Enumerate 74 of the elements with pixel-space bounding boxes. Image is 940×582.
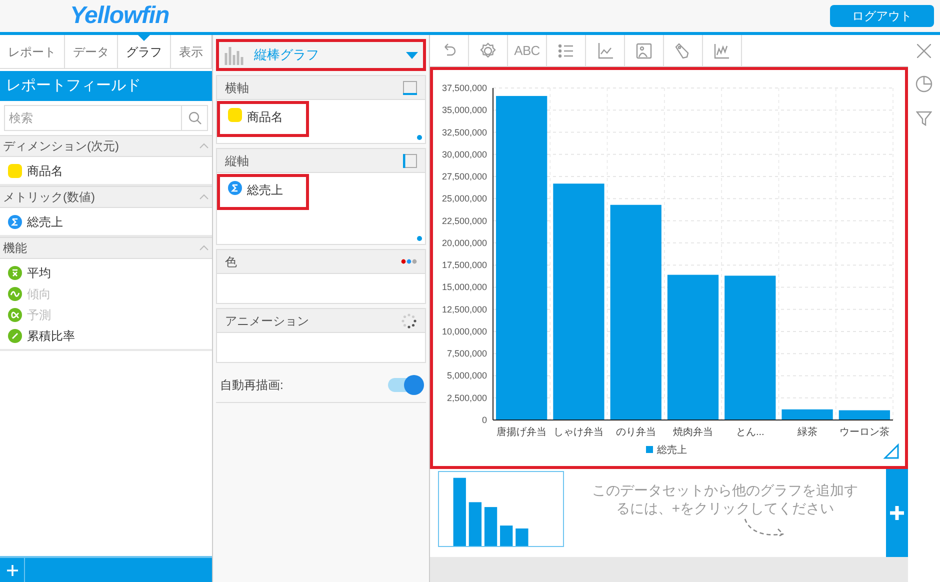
axis-tick-label: 20,000,000 <box>442 238 487 248</box>
axis-tick-label: 7,500,000 <box>446 348 487 359</box>
section-header[interactable]: ディメンション(次元) <box>0 135 212 157</box>
panel-title: レポートフィールド <box>0 71 212 101</box>
axis-tick-label: 35,000,000 <box>442 105 487 116</box>
resize-handle-icon[interactable] <box>883 443 899 459</box>
x-bar-icon <box>8 266 22 280</box>
bar <box>838 410 890 420</box>
close-icon[interactable] <box>917 44 931 58</box>
category-label: 焼肉弁当 <box>673 427 713 438</box>
field-item[interactable]: 商品名 <box>0 160 212 181</box>
bar-chart-icon <box>224 45 246 65</box>
field-item[interactable]: 累積比率 <box>0 325 212 346</box>
plus-icon[interactable] <box>6 564 18 576</box>
wave-icon <box>8 286 22 300</box>
toggle-label: 自動再描画: <box>220 376 284 394</box>
axes-icon[interactable] <box>596 42 614 60</box>
slot-title: 横軸 <box>225 80 249 96</box>
axis-tick-label: 37,500,000 <box>442 83 487 93</box>
sigma-icon <box>228 181 242 195</box>
left-axis-icon <box>403 154 417 168</box>
dots-icon <box>401 259 417 264</box>
caret-icon[interactable] <box>406 52 418 58</box>
bottom-axis-icon <box>403 80 417 94</box>
slot-title: 色 <box>225 254 237 270</box>
axis-tick-label: 32,500,000 <box>442 127 487 138</box>
slot-title: アニメーション <box>225 312 309 330</box>
axis-tick-label: 2,500,000 <box>446 392 487 403</box>
axis-tick-label: 30,000,000 <box>442 149 487 160</box>
list-icon[interactable] <box>557 42 575 60</box>
section-header[interactable]: メトリック(数値) <box>0 186 212 208</box>
axis-tick-label: 22,500,000 <box>442 216 487 226</box>
alpha-icon <box>8 308 22 322</box>
category-label: のり弁当 <box>616 427 656 438</box>
hint-text: このデータセットから他のグラフを追加するには、+をクリックしてください <box>591 481 859 517</box>
gear-icon[interactable] <box>479 42 497 60</box>
field-item[interactable]: 平均 <box>0 262 212 283</box>
search-field[interactable]: 検索 <box>4 105 182 131</box>
chevron-icon[interactable] <box>199 194 209 200</box>
section-header[interactable]: 機能 <box>0 237 212 259</box>
logo: Yellowfin <box>70 1 170 31</box>
chevron-icon[interactable] <box>199 245 209 251</box>
spinner-icon <box>401 312 417 328</box>
category-label: ウーロン茶 <box>839 427 890 438</box>
axis-tick-label: 12,500,000 <box>442 304 487 314</box>
axis-tick-label: 0 <box>482 415 487 425</box>
curved-arrow-icon <box>743 517 787 539</box>
slot-title: 縦軸 <box>225 152 249 170</box>
category-label: しゃけ弁当 <box>554 427 604 438</box>
add-chart-button[interactable] <box>886 469 908 557</box>
axis-field[interactable]: 総売上 <box>217 174 309 210</box>
plus-icon[interactable] <box>890 506 904 520</box>
sigma-icon <box>8 214 22 228</box>
legend-label: 総売上 <box>657 445 687 456</box>
pie-chart-icon[interactable] <box>915 75 933 93</box>
category-label: とん... <box>736 427 764 438</box>
axis-tick-label: 5,000,000 <box>446 370 487 381</box>
category-label: 緑茶 <box>797 427 818 438</box>
axis-tick-label: 15,000,000 <box>442 282 487 292</box>
field-item[interactable]: 総売上 <box>0 211 212 232</box>
category-label: 唐揚げ弁当 <box>496 427 547 438</box>
bar <box>782 409 833 420</box>
image-icon[interactable] <box>635 42 653 60</box>
axis-field[interactable]: 商品名 <box>217 101 309 137</box>
axis-tick-label: 17,500,000 <box>442 260 487 270</box>
axis-tick-label: 27,500,000 <box>442 172 487 182</box>
search-icon[interactable] <box>188 111 202 125</box>
axis-tick-label: 10,000,000 <box>442 326 487 336</box>
slash-icon <box>8 328 22 342</box>
line-chart-icon[interactable] <box>713 42 731 60</box>
axis-tick-label: 25,000,000 <box>442 194 487 204</box>
chevron-icon[interactable] <box>199 143 209 149</box>
filter-icon[interactable] <box>916 110 932 126</box>
toggle-switch[interactable] <box>388 378 422 392</box>
